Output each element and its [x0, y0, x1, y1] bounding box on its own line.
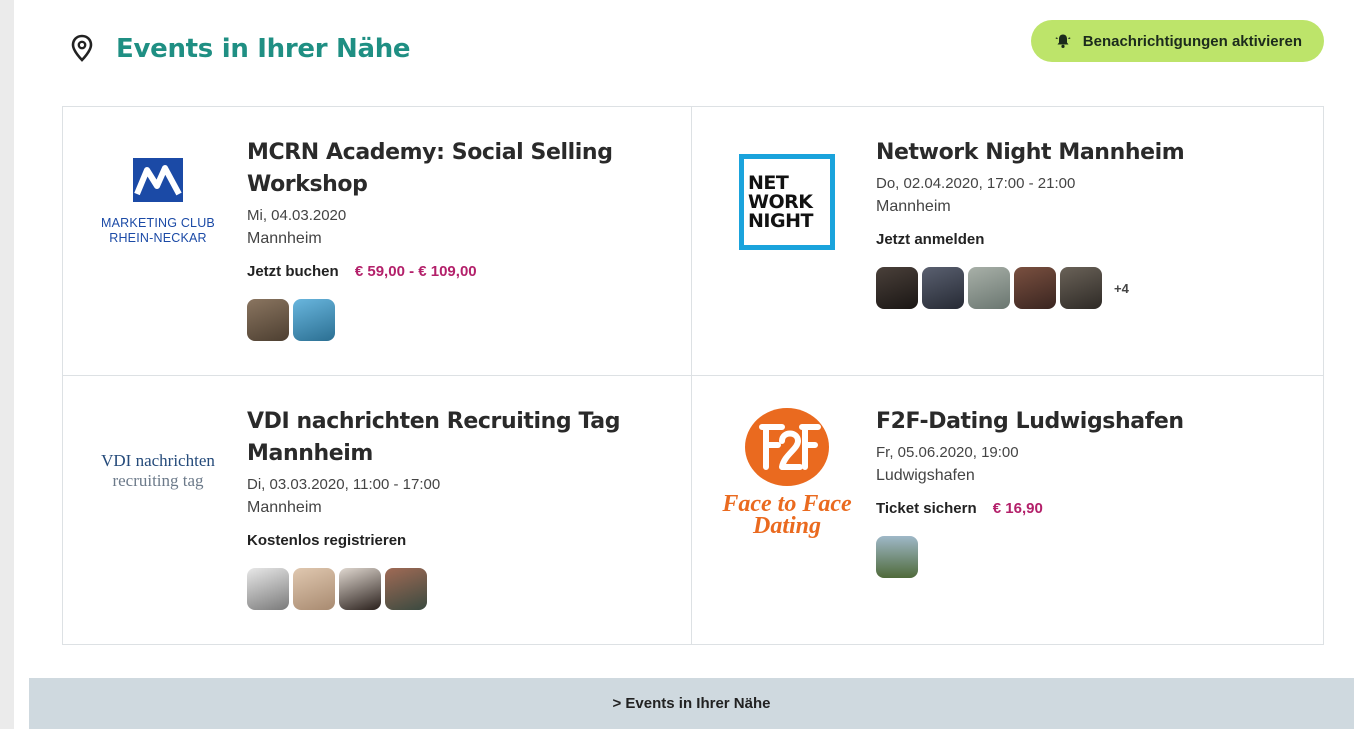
- event-title[interactable]: VDI nachrichten Recruiting Tag Mannheim: [247, 406, 667, 470]
- section-header: Events in Ihrer Nähe Benachrichtigungen …: [62, 20, 1324, 90]
- logo-line: Dating: [752, 513, 821, 539]
- event-logo: MARKETING CLUB RHEIN-NECKAR: [83, 147, 233, 257]
- bell-icon: [1055, 34, 1071, 48]
- event-card[interactable]: NET WORK NIGHT Network Night Mannheim Do…: [692, 107, 1323, 376]
- event-date: Mi, 04.03.2020: [247, 207, 347, 224]
- event-location: Ludwigshafen: [876, 467, 975, 484]
- left-rail: [0, 0, 14, 729]
- more-attendees-count[interactable]: +4: [1114, 281, 1129, 296]
- event-date: Fr, 05.06.2020, 19:00: [876, 444, 1019, 461]
- logo-line: NET: [748, 171, 789, 194]
- avatar[interactable]: [876, 267, 918, 309]
- events-nearby-link[interactable]: > Events in Ihrer Nähe: [29, 678, 1354, 729]
- avatar[interactable]: [385, 568, 427, 610]
- logo-line: recruiting tag: [112, 471, 204, 490]
- event-title[interactable]: MCRN Academy: Social Selling Workshop: [247, 137, 667, 201]
- register-now-link[interactable]: Jetzt anmelden: [876, 231, 984, 248]
- event-info: Network Night Mannheim Do, 02.04.2020, 1…: [876, 137, 1296, 309]
- cta-row: Ticket sichern € 16,90: [876, 498, 1296, 520]
- event-date: Di, 03.03.2020, 11:00 - 17:00: [247, 476, 441, 493]
- avatar[interactable]: [922, 267, 964, 309]
- book-now-link[interactable]: Jetzt buchen: [247, 263, 339, 280]
- enable-notifications-button[interactable]: Benachrichtigungen aktivieren: [1030, 20, 1324, 62]
- event-location: Mannheim: [247, 499, 322, 516]
- avatar[interactable]: [1014, 267, 1056, 309]
- network-night-logo: NET WORK NIGHT: [739, 154, 835, 250]
- avatar[interactable]: [968, 267, 1010, 309]
- event-price: € 16,90: [992, 500, 1043, 517]
- events-grid: MARKETING CLUB RHEIN-NECKAR MCRN Academy…: [62, 106, 1324, 645]
- event-card[interactable]: Face to Face Dating F2F-Dating Ludwigsha…: [692, 376, 1323, 644]
- attendee-avatars: [247, 299, 667, 341]
- event-card[interactable]: VDI nachrichten recruiting tag VDI nachr…: [63, 376, 692, 644]
- logo-line: NIGHT: [748, 209, 813, 232]
- attendee-avatars: [876, 536, 1296, 578]
- logo-line: VDI nachrichten: [101, 451, 215, 470]
- avatar[interactable]: [1060, 267, 1102, 309]
- get-ticket-link[interactable]: Ticket sichern: [876, 500, 977, 517]
- logo-line: RHEIN-NECKAR: [109, 231, 207, 245]
- page-title: Events in Ihrer Nähe: [116, 34, 411, 64]
- avatar[interactable]: [876, 536, 918, 578]
- event-info: MCRN Academy: Social Selling Workshop Mi…: [247, 137, 667, 341]
- event-location: Mannheim: [876, 198, 951, 215]
- f2f-text: Face to Face Dating: [722, 492, 851, 539]
- avatar[interactable]: [247, 299, 289, 341]
- logo-line: WORK: [748, 190, 813, 213]
- register-free-link[interactable]: Kostenlos registrieren: [247, 532, 406, 549]
- marketing-club-logo: MARKETING CLUB RHEIN-NECKAR: [101, 158, 215, 246]
- event-logo: Face to Face Dating: [712, 408, 862, 538]
- event-price: € 59,00 - € 109,00: [354, 263, 477, 280]
- event-location: Mannheim: [247, 230, 322, 247]
- location-pin-icon: [71, 34, 93, 62]
- f2f-mark: [744, 408, 829, 486]
- avatar[interactable]: [247, 568, 289, 610]
- event-date: Do, 02.04.2020, 17:00 - 21:00: [876, 175, 1076, 192]
- marketing-club-text: MARKETING CLUB RHEIN-NECKAR: [101, 216, 215, 246]
- cta-row: Kostenlos registrieren: [247, 530, 667, 552]
- f2f-dating-logo: Face to Face Dating: [722, 405, 852, 539]
- cta-row: Jetzt anmelden: [876, 229, 1296, 251]
- vdi-recruiting-logo: VDI nachrichten recruiting tag: [101, 451, 215, 491]
- attendee-avatars: +4: [876, 267, 1296, 309]
- avatar[interactable]: [293, 568, 335, 610]
- cta-row: Jetzt buchen € 59,00 - € 109,00: [247, 261, 667, 283]
- event-info: F2F-Dating Ludwigshafen Fr, 05.06.2020, …: [876, 406, 1296, 578]
- avatar[interactable]: [339, 568, 381, 610]
- event-info: VDI nachrichten Recruiting Tag Mannheim …: [247, 406, 667, 610]
- event-logo: NET WORK NIGHT: [712, 147, 862, 257]
- event-title[interactable]: Network Night Mannheim: [876, 137, 1296, 169]
- event-card[interactable]: MARKETING CLUB RHEIN-NECKAR MCRN Academy…: [63, 107, 692, 376]
- event-title[interactable]: F2F-Dating Ludwigshafen: [876, 406, 1296, 438]
- notify-label: Benachrichtigungen aktivieren: [1082, 32, 1302, 50]
- marketing-club-mark: [133, 158, 183, 202]
- event-logo: VDI nachrichten recruiting tag: [83, 416, 233, 526]
- avatar[interactable]: [293, 299, 335, 341]
- attendee-avatars: [247, 568, 667, 610]
- logo-line: MARKETING CLUB: [101, 216, 215, 230]
